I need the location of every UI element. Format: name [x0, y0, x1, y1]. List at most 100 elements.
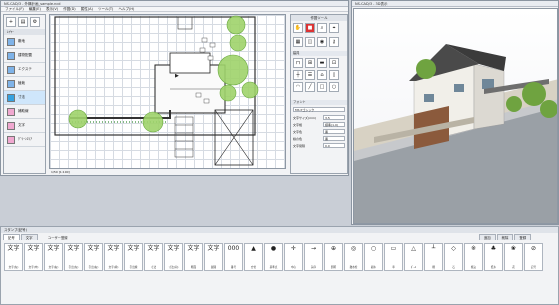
layer-color-swatch	[7, 51, 15, 60]
stamp-symbol-icon: 文字	[87, 245, 100, 252]
stamp-cell[interactable]: ⊘ 記号	[524, 243, 543, 271]
stamp-cell[interactable]: ┴ 柵	[424, 243, 443, 271]
font-name-field[interactable]: MS Pゴシック	[293, 107, 345, 112]
stamp-cell[interactable]: ⊕ 照明	[324, 243, 343, 271]
circle-icon[interactable]: ○	[329, 82, 339, 92]
layer-item[interactable]: 補助線	[4, 105, 45, 119]
menu-edit[interactable]: 編集(E)	[29, 7, 41, 11]
stamp-symbol-icon: △	[411, 245, 416, 252]
stair-icon[interactable]: ☰	[305, 70, 315, 80]
draw-status: 1/50 [1:100]	[51, 170, 70, 174]
stamp-cell[interactable]: ▲ 方位	[244, 243, 263, 271]
props-tool-row-1: ✋ ■ ⌕ ⌖	[291, 21, 347, 35]
rect-icon[interactable]: □	[317, 82, 327, 92]
layer-item[interactable]: 文字	[4, 119, 45, 133]
props-row-value[interactable]: 黒	[323, 129, 345, 134]
stamp-cell[interactable]: ※ 植込	[464, 243, 483, 271]
layer-add-icon[interactable]: +	[6, 17, 16, 27]
layer-icon[interactable]: ◫	[305, 37, 315, 47]
stamp-label: 引出(左)	[68, 266, 79, 269]
stamp-cell[interactable]: ♣ 低木	[484, 243, 503, 271]
menu-file[interactable]: ファイル(F)	[5, 7, 24, 11]
stamp-delete-button[interactable]: 削除	[496, 234, 514, 240]
layer-item[interactable]: エクステ	[4, 63, 45, 77]
wall-icon[interactable]: ▬	[317, 58, 327, 68]
props-row-value[interactable]: 標準(1.0)	[323, 122, 345, 127]
drawing-canvas[interactable]: ▶	[49, 14, 286, 169]
stamp-cell[interactable]: 文字 寸法	[144, 243, 163, 271]
stamp-label: 車	[392, 266, 395, 269]
stamp-label: 文字(右)	[48, 266, 59, 269]
props-row: 線の色 黒	[291, 135, 347, 142]
roof-icon[interactable]: ⌂	[317, 70, 327, 80]
window-icon[interactable]: ⊞	[305, 58, 315, 68]
menu-help[interactable]: ヘルプ(H)	[119, 7, 135, 11]
stamp-cell[interactable]: 文字 展開	[204, 243, 223, 271]
stamp-cell[interactable]: 文字 文字(左)	[4, 243, 23, 271]
props-row-value[interactable]: 3.5	[323, 115, 345, 120]
layer-item[interactable]: 寸法	[4, 91, 45, 105]
layer-item[interactable]: 建物配置	[4, 49, 45, 63]
stamp-cell[interactable]: 000 番号	[224, 243, 243, 271]
search-icon[interactable]: ⌕	[317, 23, 327, 33]
fence-icon[interactable]: ┼	[293, 70, 303, 80]
layer-label: 植栽	[18, 81, 25, 85]
cad-window: NS-CAD/3 - 外構計画_sample.ncd ファイル(F) 編集(E)…	[0, 0, 349, 176]
house-wall-side	[473, 63, 505, 130]
column-icon[interactable]: ▯	[329, 70, 339, 80]
layer-settings-icon[interactable]: ⚙	[30, 17, 40, 27]
stamp-cell[interactable]: → 矢印	[304, 243, 323, 271]
stamp-tab-text[interactable]: 文字	[20, 234, 38, 240]
layer-color-swatch	[7, 65, 15, 74]
stamp-cell[interactable]: 文字 引出(左)	[64, 243, 83, 271]
stamp-add-button[interactable]: 追加	[478, 234, 496, 240]
stamp-cell[interactable]: 文字 寸法(円)	[164, 243, 183, 271]
red-block-icon[interactable]: ■	[305, 23, 315, 33]
stamp-cell[interactable]: 文字 文字(枠)	[104, 243, 123, 271]
eye-icon[interactable]: ◉	[317, 37, 327, 47]
stamp-cell[interactable]: ◇ 石	[444, 243, 463, 271]
menu-view[interactable]: 表示(V)	[46, 7, 58, 11]
stamp-register-button[interactable]: 登録	[514, 234, 532, 240]
stamp-symbol-icon: ※	[470, 245, 477, 252]
stamp-cell[interactable]: ▭ 車	[384, 243, 403, 271]
stamp-cell[interactable]: 文字 引出(右)	[84, 243, 103, 271]
stamp-symbol-icon: 文字	[27, 245, 40, 252]
stamp-symbol-icon: 文字	[207, 245, 220, 252]
zoom-icon[interactable]: ⌖	[329, 23, 339, 33]
curve-icon[interactable]: ◠	[293, 82, 303, 92]
stamp-cell[interactable]: 文字 文字(右)	[44, 243, 63, 271]
menu-attr[interactable]: 属性(A)	[81, 7, 93, 11]
stamp-symbol-icon: 文字	[127, 245, 140, 252]
layer-item[interactable]: 敷地	[4, 35, 45, 49]
stamp-symbol-icon: ✛	[290, 245, 297, 252]
view3d-canvas[interactable]	[353, 8, 558, 224]
layer-item[interactable]: ｸﾞﾘｰﾝｴﾘｱ	[4, 133, 45, 147]
grid-icon[interactable]: ▦	[293, 37, 303, 47]
layer-folder-icon[interactable]: ▤	[18, 17, 28, 27]
view3d-title: NS-CAD/3 - 3D表示	[355, 2, 388, 6]
props-row-value[interactable]: 0.0	[323, 143, 345, 148]
door-icon[interactable]: ⊓	[293, 58, 303, 68]
stamp-cell[interactable]: 文字 断面	[184, 243, 203, 271]
stamp-tab-symbol[interactable]: 記号	[3, 234, 20, 240]
menu-tools[interactable]: ツール(T)	[98, 7, 113, 11]
stamp-cell[interactable]: 文字 文字(中)	[24, 243, 43, 271]
stamp-cell[interactable]: ◎ 散水栓	[344, 243, 363, 271]
stamp-cell[interactable]: ✛ 中心	[284, 243, 303, 271]
props-row-label: 文字幅	[293, 122, 303, 127]
layer-item[interactable]: 植栽	[4, 77, 45, 91]
hand-icon[interactable]: ✋	[293, 23, 303, 33]
props-row-value[interactable]: 黒	[323, 136, 345, 141]
stamp-cell[interactable]: ○ 樹木	[364, 243, 383, 271]
stamp-cell[interactable]: △ ﾎﾟｰﾙ	[404, 243, 423, 271]
key-icon[interactable]: ⚷	[329, 37, 339, 47]
stamp-cell[interactable]: 文字 引出線	[124, 243, 143, 271]
stamp-panel: スタンプ(記号) 記号 文字 ユーザー登録 追加 削除 登録 文字 文字(左) 文字 文字(…	[0, 226, 559, 305]
stamp-group-label[interactable]: ユーザー登録	[48, 236, 68, 240]
menu-draw[interactable]: 作図(D)	[63, 7, 75, 11]
stamp-cell[interactable]: ● 基準点	[264, 243, 283, 271]
gate-icon[interactable]: ⊡	[329, 58, 339, 68]
line-icon[interactable]: ╱	[305, 82, 315, 92]
stamp-cell[interactable]: ❀ 花	[504, 243, 523, 271]
